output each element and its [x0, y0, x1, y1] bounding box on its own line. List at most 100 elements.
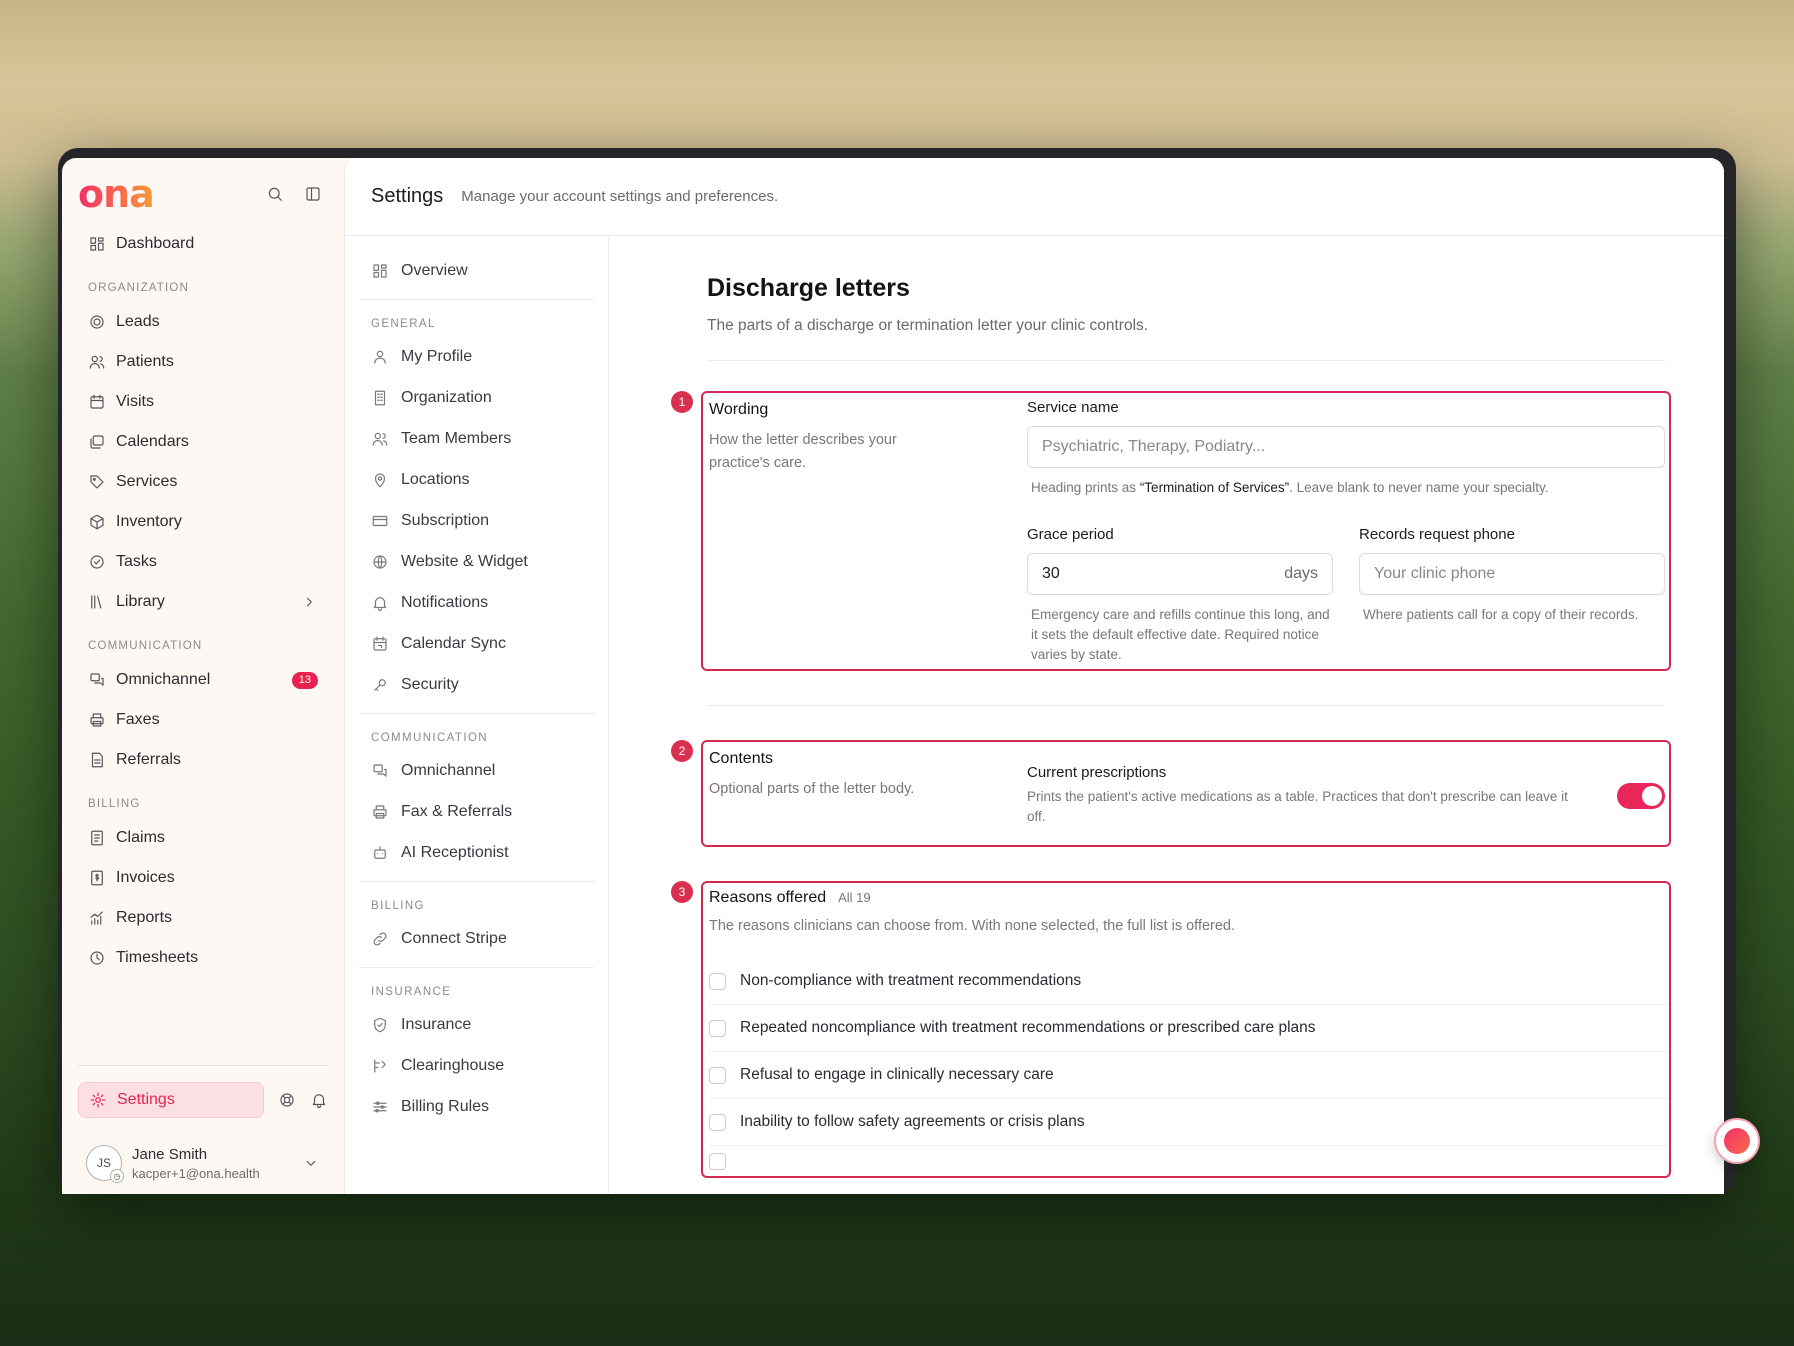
settings-nav-ai-receptionist[interactable]: AI Receptionist: [359, 832, 594, 873]
dollar-file-icon: [88, 869, 106, 887]
sidebar-item-label: Omnichannel: [116, 671, 211, 688]
sidebar-toggle-icon[interactable]: [304, 185, 322, 203]
prescriptions-label: Current prescriptions: [1027, 764, 1167, 781]
settings-nav-label: Security: [401, 675, 459, 693]
settings-nav-locations[interactable]: Locations: [359, 459, 594, 500]
list-item[interactable]: Non-compliance with treatment recommenda…: [709, 958, 1669, 1005]
ona-logo[interactable]: ona: [78, 175, 155, 213]
sidebar-item-invoices[interactable]: Invoices: [78, 858, 328, 898]
settings-nav-connect-stripe[interactable]: Connect Stripe: [359, 918, 594, 959]
sidebar-item-claims[interactable]: Claims: [78, 818, 328, 858]
main-panel: Settings Manage your account settings an…: [344, 158, 1724, 1194]
sliders-icon: [371, 1098, 389, 1116]
settings-nav-security[interactable]: Security: [359, 664, 594, 705]
settings-nav-subscription[interactable]: Subscription: [359, 500, 594, 541]
settings-nav-notifications[interactable]: Notifications: [359, 582, 594, 623]
sidebar-item-label: Visits: [116, 393, 154, 410]
grace-period-value: 30: [1042, 565, 1060, 582]
reasons-title: Reasons offered: [709, 889, 827, 906]
grace-period-input[interactable]: 30 days: [1027, 553, 1333, 595]
help-text: . Leave blank to never name your special…: [1289, 480, 1549, 495]
bell-icon[interactable]: [310, 1091, 328, 1109]
sidebar-item-services[interactable]: Services: [78, 462, 328, 502]
sidebar-item-leads[interactable]: Leads: [78, 302, 328, 342]
sidebar-item-reports[interactable]: Reports: [78, 898, 328, 938]
sidebar-item-patients[interactable]: Patients: [78, 342, 328, 382]
records-phone-input[interactable]: Your clinic phone: [1359, 553, 1665, 595]
reason-checkbox[interactable]: [709, 1066, 726, 1084]
sidebar-item-timesheets[interactable]: Timesheets: [78, 938, 328, 978]
list-item[interactable]: [709, 1146, 1669, 1176]
settings-nav-my-profile[interactable]: My Profile: [359, 336, 594, 377]
settings-nav-overview[interactable]: Overview: [359, 250, 594, 291]
prescriptions-toggle[interactable]: [1617, 782, 1665, 809]
shield-check-icon: [371, 1016, 389, 1034]
sidebar-item-visits[interactable]: Visits: [78, 382, 328, 422]
settings-nav-section-insurance: INSURANCE: [371, 986, 452, 998]
prescriptions-help: Prints the patient's active medications …: [1027, 789, 1568, 824]
settings-nav-website-widget[interactable]: Website & Widget: [359, 541, 594, 582]
chat-launcher-button[interactable]: [1714, 1118, 1760, 1164]
divider: [359, 299, 594, 300]
help-text: Heading prints as: [1031, 480, 1140, 495]
reasons-count-badge: All 19: [838, 890, 871, 905]
reason-checkbox[interactable]: [709, 1019, 726, 1037]
sidebar-item-dashboard[interactable]: Dashboard: [78, 224, 328, 264]
sidebar-footer: Settings JS ◷ Jane Smith kacper+1@ona.he…: [78, 1065, 328, 1194]
service-name-help: Heading prints as “Termination of Servic…: [1027, 478, 1665, 498]
list-item[interactable]: Refusal to engage in clinically necessar…: [709, 1052, 1669, 1099]
settings-nav-label: Locations: [401, 470, 470, 488]
page-title: Settings: [371, 185, 444, 207]
chat-icon: [371, 762, 389, 780]
user-menu[interactable]: JS ◷ Jane Smith kacper+1@ona.health: [78, 1132, 328, 1194]
sidebar-item-inventory[interactable]: Inventory: [78, 502, 328, 542]
chevron-down-icon[interactable]: [302, 1154, 320, 1172]
sidebar-item-library[interactable]: Library: [78, 582, 328, 622]
help-lifebuoy-icon[interactable]: [278, 1091, 296, 1109]
settings-nav-label: Clearinghouse: [401, 1056, 505, 1074]
service-name-input[interactable]: Psychiatric, Therapy, Podiatry...: [1027, 426, 1665, 468]
clock-icon: [88, 949, 106, 967]
contents-section: 2 Contents Optional parts of the letter …: [671, 740, 1671, 847]
settings-nav: Overview GENERAL My Profile Organization: [345, 236, 609, 1194]
sidebar-item-omnichannel[interactable]: Omnichannel 13: [78, 660, 328, 700]
discharge-letters-content: Discharge letters The parts of a dischar…: [609, 236, 1724, 1194]
sidebar-item-faxes[interactable]: Faxes: [78, 700, 328, 740]
sidebar-item-label: Claims: [116, 829, 165, 846]
sidebar-item-tasks[interactable]: Tasks: [78, 542, 328, 582]
settings-nav-calendar-sync[interactable]: Calendar Sync: [359, 623, 594, 664]
reason-checkbox[interactable]: [709, 972, 726, 990]
sidebar-item-label: Patients: [116, 353, 174, 370]
sidebar-item-label: Timesheets: [116, 949, 199, 966]
reason-label: Non-compliance with treatment recommenda…: [740, 972, 1082, 989]
avatar: JS ◷: [86, 1145, 124, 1183]
step-number-badge: 3: [671, 881, 693, 903]
settings-nav-billing-rules[interactable]: Billing Rules: [359, 1086, 594, 1127]
app-window-frame: ona Dashboard ORGANIZATION Leads Patient…: [58, 148, 1736, 1194]
sidebar-item-label: Faxes: [116, 711, 160, 728]
reason-checkbox[interactable]: [709, 1113, 726, 1131]
settings-nav-label: Insurance: [401, 1015, 472, 1033]
reason-checkbox[interactable]: [709, 1152, 726, 1170]
settings-nav-label: Calendar Sync: [401, 634, 506, 652]
chat-launcher-icon: [1724, 1128, 1750, 1154]
search-icon[interactable]: [266, 185, 284, 203]
settings-nav-insurance[interactable]: Insurance: [359, 1004, 594, 1045]
sidebar-item-referrals[interactable]: Referrals: [78, 740, 328, 780]
chevron-right-icon[interactable]: [300, 593, 318, 611]
sidebar-item-settings[interactable]: Settings: [78, 1082, 264, 1118]
list-item[interactable]: Repeated noncompliance with treatment re…: [709, 1005, 1669, 1052]
calendars-icon: [88, 433, 106, 451]
settings-nav-omnichannel[interactable]: Omnichannel: [359, 750, 594, 791]
dashboard-icon: [88, 235, 106, 253]
settings-nav-team-members[interactable]: Team Members: [359, 418, 594, 459]
divider: [707, 705, 1665, 706]
sidebar-item-calendars[interactable]: Calendars: [78, 422, 328, 462]
settings-nav-organization[interactable]: Organization: [359, 377, 594, 418]
contents-title: Contents: [709, 750, 774, 767]
sidebar-item-label: Inventory: [116, 513, 182, 530]
settings-nav-fax-referrals[interactable]: Fax & Referrals: [359, 791, 594, 832]
list-item[interactable]: Inability to follow safety agreements or…: [709, 1099, 1669, 1146]
settings-nav-clearinghouse[interactable]: Clearinghouse: [359, 1045, 594, 1086]
reasons-description: The reasons clinicians can choose from. …: [709, 918, 1236, 934]
